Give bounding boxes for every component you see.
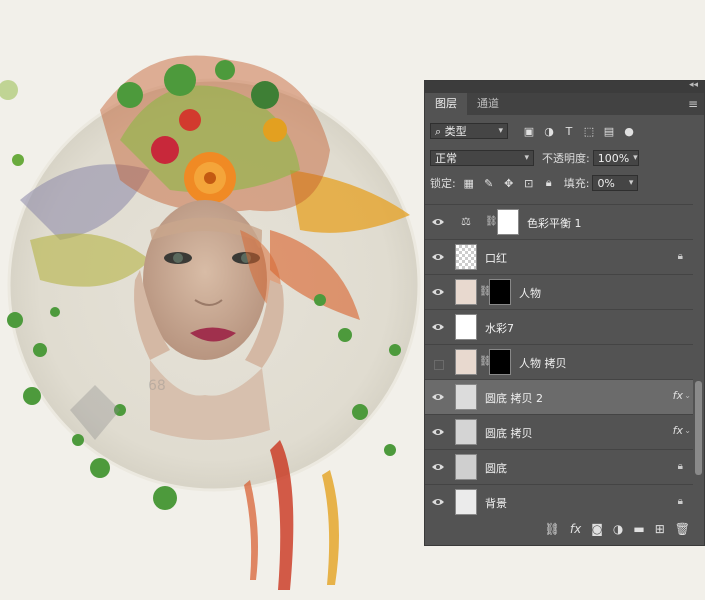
chevron-down-icon: ▾ xyxy=(628,178,634,188)
trash-icon[interactable]: 🗑︎ xyxy=(675,522,690,536)
layer-thumbnail[interactable] xyxy=(455,489,477,515)
blend-row: 正常 ▾ 不透明度: 100% ▾ xyxy=(430,150,704,166)
opacity-value: 100% xyxy=(597,151,630,165)
chain-icon[interactable]: ⛓ xyxy=(485,216,498,227)
layer-row[interactable]: ⛓ 人物 拷贝 xyxy=(425,344,693,379)
layer-thumbnail[interactable] xyxy=(455,419,477,445)
text-filter-icon[interactable]: T xyxy=(562,124,576,138)
panel-titlebar: ◂◂ xyxy=(425,80,704,93)
layer-thumbnail[interactable] xyxy=(455,384,477,410)
lock-position-icon[interactable]: ✥ xyxy=(502,176,516,190)
visibility-toggle-off[interactable] xyxy=(434,360,444,370)
eye-icon[interactable] xyxy=(431,250,445,264)
chevron-down-icon: ▾ xyxy=(498,126,503,136)
layer-thumbnail[interactable] xyxy=(455,454,477,480)
lock-icon: 🔒︎ xyxy=(677,496,683,507)
fx-icon[interactable]: fx xyxy=(570,522,581,536)
layers-panel: ◂◂ 图层 通道 ≡ ⌕ 类型 ▾ ▣ ◑ T ⬚ ▤ ● 正常 ▾ 不透明度:… xyxy=(424,80,705,546)
layer-name[interactable]: 圆底 拷贝 xyxy=(485,425,533,441)
layer-name[interactable]: 色彩平衡 1 xyxy=(527,215,582,231)
lock-pixels-icon[interactable]: ✎ xyxy=(482,176,496,190)
filter-type-select[interactable]: ⌕ 类型 ▾ xyxy=(430,123,508,139)
layer-name[interactable]: 人物 拷贝 xyxy=(519,355,567,371)
lock-all-icon[interactable]: 🔒︎ xyxy=(542,176,556,190)
layer-thumbnail[interactable] xyxy=(455,314,477,340)
layer-thumbnail[interactable] xyxy=(455,244,477,270)
layers-list: ⚖ ⛓ 色彩平衡 1 口红 🔒︎ ⛓ 人物 水彩7 ⛓ 人物 拷贝 圆底 拷贝 … xyxy=(425,204,693,519)
lock-icon: 🔒︎ xyxy=(677,251,683,262)
layer-row[interactable]: 水彩7 xyxy=(425,309,693,344)
layer-mask-thumbnail[interactable] xyxy=(489,279,511,305)
eye-icon[interactable] xyxy=(431,320,445,334)
mask-icon[interactable]: ◙ xyxy=(591,522,603,536)
layer-name[interactable]: 口红 xyxy=(485,250,507,266)
link-icon[interactable]: ⛓ xyxy=(545,522,560,536)
fill-input[interactable]: 0% ▾ xyxy=(592,175,639,191)
layer-name[interactable]: 水彩7 xyxy=(485,320,514,336)
layer-mask-thumbnail[interactable] xyxy=(497,209,519,235)
chevron-down-icon: ▾ xyxy=(524,153,529,163)
panel-menu-icon[interactable]: ≡ xyxy=(688,97,698,111)
eye-icon[interactable] xyxy=(431,460,445,474)
opacity-input[interactable]: 100% ▾ xyxy=(592,150,639,166)
tab-layers[interactable]: 图层 xyxy=(425,93,467,115)
blend-mode-value: 正常 xyxy=(435,152,457,165)
layer-row[interactable]: 口红 🔒︎ xyxy=(425,239,693,274)
watermark-text: 68 xyxy=(148,378,166,394)
orange-flower xyxy=(184,152,236,204)
panel-bottom-toolbar: ⛓ fx ◙ ◑ ▬ ⊞ 🗑︎ xyxy=(425,513,704,545)
tab-channels[interactable]: 通道 xyxy=(467,93,509,115)
artwork-canvas: 68 xyxy=(0,55,421,590)
image-filter-icon[interactable]: ▣ xyxy=(522,124,536,138)
layer-thumbnail[interactable] xyxy=(455,279,477,305)
collapse-icon[interactable]: ◂◂ xyxy=(689,80,698,90)
layer-mask-thumbnail[interactable] xyxy=(489,349,511,375)
layer-name[interactable]: 圆底 xyxy=(485,460,507,476)
filter-row: ⌕ 类型 ▾ ▣ ◑ T ⬚ ▤ ● xyxy=(430,123,704,139)
lock-label: 锁定: xyxy=(430,177,456,190)
layer-row[interactable]: ⛓ 人物 xyxy=(425,274,693,309)
adjustment-icon[interactable]: ◑ xyxy=(613,522,623,536)
layers-scrollbar[interactable] xyxy=(695,381,702,475)
new-layer-icon[interactable]: ⊞ xyxy=(655,522,665,536)
panel-tabs: 图层 通道 ≡ xyxy=(425,93,704,115)
layer-name[interactable]: 背景 xyxy=(485,495,507,511)
fx-icon[interactable]: fx xyxy=(673,389,683,402)
eye-icon[interactable] xyxy=(431,285,445,299)
opacity-label: 不透明度: xyxy=(542,152,590,165)
filter-type-label: 类型 xyxy=(444,125,467,138)
head-decoration xyxy=(100,55,330,212)
chevron-down-icon[interactable]: ⌄ xyxy=(684,426,691,435)
layer-row[interactable]: 圆底 🔒︎ xyxy=(425,449,693,484)
filter-toggle-icon[interactable]: ● xyxy=(622,124,636,138)
smart-object-filter-icon[interactable]: ▤ xyxy=(602,124,616,138)
lock-icon: 🔒︎ xyxy=(677,461,683,472)
layer-name[interactable]: 人物 xyxy=(519,285,541,301)
layer-name[interactable]: 圆底 拷贝 2 xyxy=(485,390,543,406)
blend-mode-select[interactable]: 正常 ▾ xyxy=(430,150,534,166)
chevron-down-icon[interactable]: ⌄ xyxy=(684,391,691,400)
lock-artboard-icon[interactable]: ⊡ xyxy=(522,176,536,190)
lock-row: 锁定: ▦ ✎ ✥ ⊡ 🔒︎ 填充: 0% ▾ xyxy=(430,175,704,191)
eye-icon[interactable] xyxy=(431,425,445,439)
adjustment-filter-icon[interactable]: ◑ xyxy=(542,124,556,138)
chevron-down-icon: ▾ xyxy=(633,153,638,163)
layer-row[interactable]: ⚖ ⛓ 色彩平衡 1 xyxy=(425,204,693,239)
shape-filter-icon[interactable]: ⬚ xyxy=(582,124,596,138)
layer-thumbnail[interactable] xyxy=(455,349,477,375)
folder-icon[interactable]: ▬ xyxy=(633,522,644,536)
eye-icon[interactable] xyxy=(431,495,445,509)
lock-transparent-icon[interactable]: ▦ xyxy=(462,176,476,190)
fill-label: 填充: xyxy=(563,177,590,190)
search-icon: ⌕ xyxy=(435,125,442,138)
fill-value: 0% xyxy=(597,176,615,190)
fx-icon[interactable]: fx xyxy=(673,424,683,437)
eye-icon[interactable] xyxy=(431,390,445,404)
layer-row[interactable]: 圆底 拷贝 fx ⌄ xyxy=(425,414,693,449)
layer-row-selected[interactable]: 圆底 拷贝 2 fx ⌄ xyxy=(425,379,693,414)
eye-icon[interactable] xyxy=(431,215,445,229)
balance-icon: ⚖ xyxy=(461,215,471,228)
